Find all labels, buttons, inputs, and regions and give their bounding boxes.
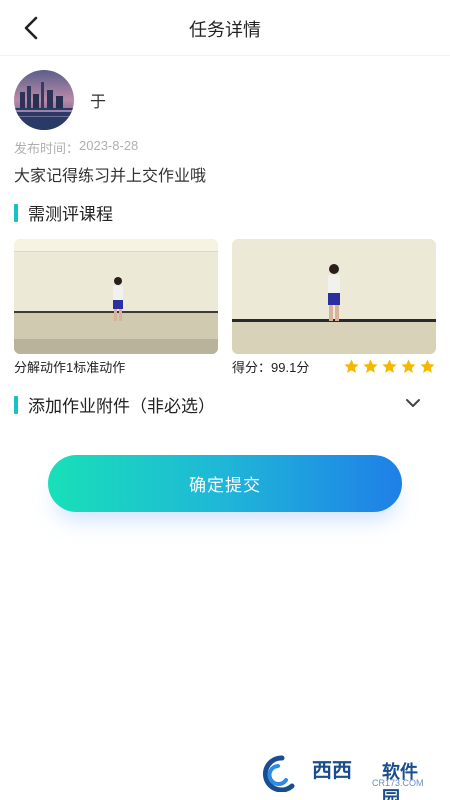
publish-time: 发布时间： 2023-8-28 [14, 138, 138, 157]
score-value: 99.1分 [271, 360, 310, 375]
watermark: 西西 软件园 CR173.COM [252, 752, 432, 800]
score-label: 得分： [232, 360, 272, 375]
video-thumbnail[interactable] [232, 239, 436, 354]
watermark-logo-icon [262, 755, 295, 793]
publish-time-label: 发布时间： [14, 141, 80, 156]
watermark-url: CR173.COM [372, 778, 424, 788]
courses-section-header: 需测评课程 [14, 200, 113, 225]
star-icon [401, 359, 416, 373]
star-icon [363, 359, 378, 373]
score-row: 得分： 99.1分 [232, 357, 436, 376]
watermark-brand: 西西 [312, 760, 352, 782]
task-description: 大家记得练习并上交作业哦 [14, 168, 207, 185]
star-icon [420, 359, 435, 373]
top-bar: 任务详情 [0, 0, 450, 56]
star-icon [382, 359, 397, 373]
accent-bar [14, 203, 18, 222]
author-info: 于 [14, 70, 106, 130]
publish-time-value: 2023-8-28 [79, 138, 139, 153]
chevron-down-icon[interactable] [404, 396, 422, 410]
star-rating [343, 358, 436, 375]
course-card-standard[interactable]: 分解动作1标准动作 [14, 239, 218, 375]
video-thumbnail[interactable] [14, 239, 218, 354]
course-card-submission[interactable]: 得分： 99.1分 [232, 239, 436, 375]
course-label: 分解动作1标准动作 [14, 360, 126, 375]
attachment-section-header[interactable]: 添加作业附件（非必选） [14, 392, 215, 417]
page-title: 任务详情 [189, 20, 261, 40]
score: 得分： 99.1分 [232, 357, 309, 376]
submit-button[interactable]: 确定提交 [48, 455, 402, 512]
avatar[interactable] [14, 70, 74, 130]
accent-bar [14, 395, 18, 414]
author-name: 于 [90, 94, 107, 111]
courses-section-title: 需测评课程 [28, 205, 113, 224]
attachment-section-title: 添加作业附件（非必选） [28, 397, 215, 416]
star-icon [344, 359, 359, 373]
